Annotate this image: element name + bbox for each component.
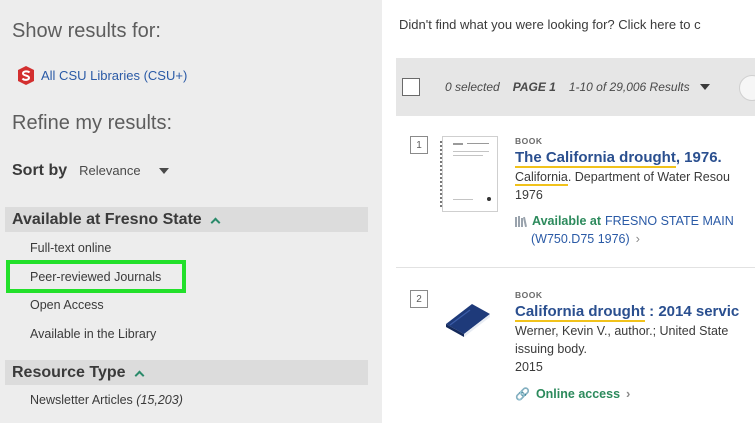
result-year: 1976 [515, 188, 543, 202]
refine-heading: Refine my results: [12, 112, 173, 134]
results-count: 1-10 of 29,006 Results [568, 80, 690, 94]
link-icon: 🔗 [515, 386, 530, 401]
result-title-link[interactable]: California drought : 2014 servic [515, 303, 740, 322]
results-toolbar: 0 selected PAGE 1 1-10 of 29,006 Results [396, 58, 755, 116]
result-content: BOOK California drought : 2014 servic We… [515, 290, 739, 401]
thumb-line [453, 155, 483, 156]
result-year: 2015 [515, 360, 543, 374]
csu-logo-icon [18, 66, 34, 85]
facet-heading-resource-type[interactable]: Resource Type [5, 360, 368, 385]
thumb-line [453, 151, 489, 152]
availability-location: FRESNO STATE MAIN [605, 214, 734, 228]
facet-available-in-library[interactable]: Available in the Library [30, 327, 156, 341]
results-main: Didn't find what you were looking for? C… [382, 0, 755, 423]
chevron-up-icon [134, 370, 144, 380]
facet-heading-availability[interactable]: Available at Fresno State [5, 207, 368, 232]
chevron-up-icon [210, 217, 221, 227]
sort-value: Relevance [79, 163, 141, 178]
result-author: California. Department of Water Resou [515, 170, 734, 186]
facet-newsletter-articles[interactable]: Newsletter Articles (15,203) [30, 393, 183, 407]
facet-open-access[interactable]: Open Access [30, 298, 104, 312]
annotation-highlight-box [6, 260, 186, 293]
online-access-label: Online access [535, 386, 621, 401]
scope-link-label: All CSU Libraries (CSU+) [41, 68, 188, 83]
all-csu-libraries-link[interactable]: All CSU Libraries (CSU+) [17, 65, 187, 86]
sort-by: Sort by Relevance [12, 162, 169, 180]
page-indicator: PAGE 1 [512, 80, 556, 94]
online-access-link[interactable]: 🔗 Online access › [515, 386, 739, 401]
facet-heading-label: Available at Fresno State [12, 210, 202, 228]
caret-down-icon [158, 167, 169, 174]
thumb-line [453, 199, 473, 200]
facet-item-count: (15,203) [136, 393, 183, 407]
result-author-cont: issuing body. [515, 342, 588, 356]
title-highlight: California drought [515, 303, 645, 322]
toolbar-round-button[interactable] [739, 75, 755, 101]
result-title-link[interactable]: The California drought, 1976. [515, 149, 734, 168]
result-number: 1 [410, 136, 428, 154]
result-type: BOOK [515, 136, 543, 146]
thumb-line [453, 143, 463, 145]
facet-heading-label: Resource Type [12, 363, 126, 381]
didnt-find-link[interactable]: Didn't find what you were looking for? C… [399, 17, 701, 32]
author-highlight: California [515, 170, 568, 186]
library-icon [515, 215, 527, 227]
title-rest: : 2014 servic [645, 303, 740, 320]
show-results-heading: Show results for: [12, 20, 161, 42]
result-type: BOOK [515, 290, 543, 300]
select-all-checkbox[interactable] [402, 78, 420, 96]
title-rest: , 1976. [675, 149, 722, 166]
author-rest: . Department of Water Resou [567, 170, 730, 184]
availability-link[interactable]: Available at FRESNO STATE MAIN [515, 214, 734, 228]
chevron-right-icon: › [635, 231, 641, 246]
availability-status: Available at [532, 214, 602, 228]
result-item: 2 BOOK California drought : 2014 servic … [396, 280, 755, 423]
result-number: 2 [410, 290, 428, 308]
facet-full-text-online[interactable]: Full-text online [30, 241, 111, 255]
result-item: 1 BOOK The California drought, 1976. Cal… [396, 126, 755, 268]
spiral-binding [440, 141, 445, 207]
document-thumbnail[interactable] [440, 136, 498, 212]
book-icon[interactable] [442, 298, 494, 338]
facet-item-label: Newsletter Articles [30, 393, 133, 407]
selected-count: 0 selected [445, 80, 500, 94]
result-author: Werner, Kevin V., author.; United State [515, 324, 729, 338]
result-content: BOOK The California drought, 1976. Calif… [515, 136, 734, 246]
chevron-right-icon: › [626, 386, 631, 401]
results-count-dropdown[interactable]: 1-10 of 29,006 Results [569, 80, 710, 94]
sort-by-label: Sort by [12, 162, 68, 179]
caret-down-icon [699, 84, 710, 90]
thumb-line [467, 143, 489, 144]
call-number[interactable]: (W750.D75 1976) › [531, 231, 734, 246]
sort-select[interactable]: Relevance [79, 163, 169, 178]
facets-sidebar: Show results for: All CSU Libraries (CSU… [0, 0, 382, 423]
call-number-text: (W750.D75 1976) [531, 232, 630, 246]
thumb-dot [487, 197, 491, 201]
title-highlight: The California drought [515, 149, 676, 168]
